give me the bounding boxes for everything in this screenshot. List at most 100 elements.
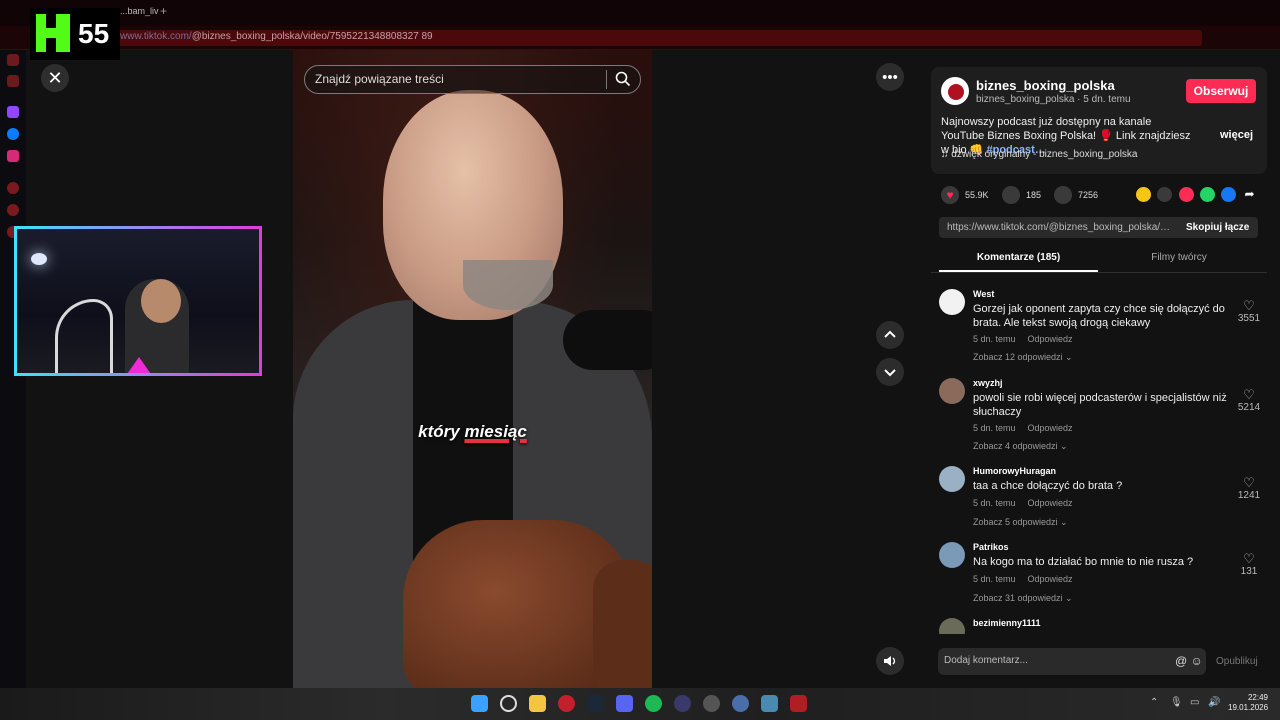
comment-like-button[interactable]: ♡ 5214: [1234, 387, 1264, 414]
url-path: @biznes_boxing_polska/video/759522134880…: [191, 31, 433, 42]
video-beard: [463, 260, 553, 310]
avatar-logo: [948, 84, 964, 100]
new-tab-button[interactable]: +: [160, 4, 167, 18]
comment-item: bezimienny1111: [939, 618, 1264, 634]
commenter-name[interactable]: West: [973, 289, 994, 299]
clock-time: 22:49: [1247, 693, 1268, 702]
opera-icon[interactable]: [558, 695, 575, 712]
extensions-icon[interactable]: [7, 204, 19, 216]
video-link[interactable]: https://www.tiktok.com/@biznes_boxing_po…: [947, 222, 1172, 233]
commenter-name[interactable]: Patrikos: [973, 542, 1009, 552]
viewer-count: 55: [78, 18, 110, 49]
creator-avatar[interactable]: [941, 77, 969, 105]
reply-button[interactable]: Odpowiedz: [1028, 574, 1073, 584]
embed-icon[interactable]: [1157, 187, 1172, 202]
creator-username[interactable]: biznes_boxing_polska: [976, 78, 1115, 93]
commenter-avatar[interactable]: [939, 466, 965, 492]
messenger-app-icon[interactable]: [7, 128, 19, 140]
reply-button[interactable]: Odpowiedz: [1028, 423, 1073, 433]
url-text[interactable]: www.tiktok.com/@biznes_boxing_polska/vid…: [120, 31, 433, 42]
save-action[interactable]: 7256: [1054, 186, 1098, 204]
commenter-avatar[interactable]: [939, 289, 965, 315]
like-count: 55.9K: [965, 190, 989, 200]
tab-creator-videos[interactable]: Filmy twórcy: [1100, 248, 1258, 272]
instagram-icon[interactable]: [7, 150, 19, 162]
post-comment-button[interactable]: Opublikuj: [1216, 656, 1258, 667]
start-icon[interactable]: [471, 695, 488, 712]
view-replies-button[interactable]: Zobacz 5 odpowiedzi ⌄: [973, 517, 1068, 528]
like-action[interactable]: ♥ 55.9K: [941, 186, 989, 204]
next-video-button[interactable]: [876, 358, 904, 386]
spotify-icon[interactable]: [645, 695, 662, 712]
repost-icon[interactable]: [1136, 187, 1151, 202]
reply-button[interactable]: Odpowiedz: [1028, 498, 1073, 508]
more-description-link[interactable]: więcej: [1220, 129, 1253, 141]
send-icon[interactable]: [1179, 187, 1194, 202]
app-icon[interactable]: [674, 695, 691, 712]
twitch-icon[interactable]: [7, 106, 19, 118]
messenger-icon[interactable]: [7, 54, 19, 66]
reply-button[interactable]: Odpowiedz: [1028, 334, 1073, 344]
kick-viewer-badge: 55: [30, 8, 120, 60]
commenter-name[interactable]: xwyzhj: [973, 378, 1003, 388]
copy-link-button[interactable]: Skopiuj łącze: [1186, 222, 1249, 233]
comment-time: 5 dn. temu: [973, 498, 1016, 508]
mention-emoji-icons[interactable]: @ ☺: [1175, 654, 1203, 668]
gaming-chair: [55, 299, 113, 373]
windows-taskbar: [0, 688, 1280, 720]
previous-video-button[interactable]: [876, 321, 904, 349]
search-placeholder: Znajdź powiązane treści: [315, 72, 444, 86]
volume-button[interactable]: [876, 647, 904, 675]
commenter-avatar[interactable]: [939, 618, 965, 634]
comment-action[interactable]: 185: [1002, 186, 1041, 204]
comment-like-button[interactable]: ♡ 3551: [1234, 299, 1264, 325]
whatsapp-icon[interactable]: [1200, 187, 1215, 202]
comment-text: taa a chce dołączyć do brata ?: [973, 480, 1123, 492]
browser-tab-bar: [0, 0, 1280, 26]
close-button[interactable]: ✕: [41, 64, 69, 92]
qbittorrent-icon[interactable]: [732, 695, 749, 712]
more-options-button[interactable]: •••: [876, 63, 904, 91]
view-replies-button[interactable]: Zobacz 12 odpowiedzi ⌄: [973, 352, 1073, 363]
view-replies-button[interactable]: Zobacz 31 odpowiedzi ⌄: [973, 593, 1073, 604]
video-player[interactable]: który miesiąc: [293, 50, 652, 688]
steam-icon[interactable]: [587, 695, 604, 712]
monitor-icon[interactable]: [761, 695, 778, 712]
network-icon[interactable]: ▭: [1190, 697, 1199, 708]
view-replies-button[interactable]: Zobacz 4 odpowiedzi ⌄: [973, 441, 1068, 452]
video-microphone: [563, 310, 652, 370]
microphone-icon[interactable]: 🎙: [1170, 697, 1183, 708]
comment-time: 5 dn. temu: [973, 423, 1016, 433]
webcam-overlay: [14, 226, 262, 376]
heart-outline-icon: ♡: [1243, 387, 1255, 402]
history-icon[interactable]: [7, 75, 19, 87]
comment-item: xwyzhj powoli sie robi więcej podcasteró…: [939, 378, 1264, 451]
commenter-name[interactable]: bezimienny1111: [973, 618, 1041, 628]
clock-icon[interactable]: [7, 182, 19, 194]
share-arrow-icon[interactable]: ➦: [1242, 187, 1257, 202]
system-clock[interactable]: 22:49 19.01.2026: [1228, 693, 1268, 713]
search-taskbar-icon[interactable]: [500, 695, 517, 712]
file-explorer-icon[interactable]: [529, 695, 546, 712]
tab-comments[interactable]: Komentarze (185): [939, 248, 1098, 272]
volume-icon[interactable]: 🔊: [1208, 697, 1220, 708]
obs-icon[interactable]: [703, 695, 720, 712]
commenter-avatar[interactable]: [939, 542, 965, 568]
chevron-up-tray-icon[interactable]: ⌃: [1150, 697, 1158, 708]
comment-like-button[interactable]: ♡ 131: [1234, 552, 1264, 578]
commenter-avatar[interactable]: [939, 378, 965, 404]
comment-like-count: 1241: [1237, 490, 1261, 501]
comment-like-button[interactable]: ♡ 1241: [1234, 476, 1264, 502]
discord-icon[interactable]: [616, 695, 633, 712]
voice-app-icon[interactable]: [790, 695, 807, 712]
tab-divider: [931, 272, 1267, 273]
comment-placeholder: Dodaj komentarz...: [944, 655, 1028, 666]
follow-button[interactable]: Obserwuj: [1186, 79, 1256, 103]
chevron-up-icon: [884, 330, 896, 338]
commenter-name[interactable]: HumorowyHuragan: [973, 466, 1056, 476]
sound-link[interactable]: ♫ dźwięk oryginalny - biznes_boxing_pols…: [941, 149, 1138, 160]
comment-meta: 5 dn. temu Odpowiedz: [973, 498, 1085, 508]
browser-tab[interactable]: ...bam_liv: [120, 6, 159, 16]
facebook-icon[interactable]: [1221, 187, 1236, 202]
search-icon[interactable]: [614, 70, 632, 88]
